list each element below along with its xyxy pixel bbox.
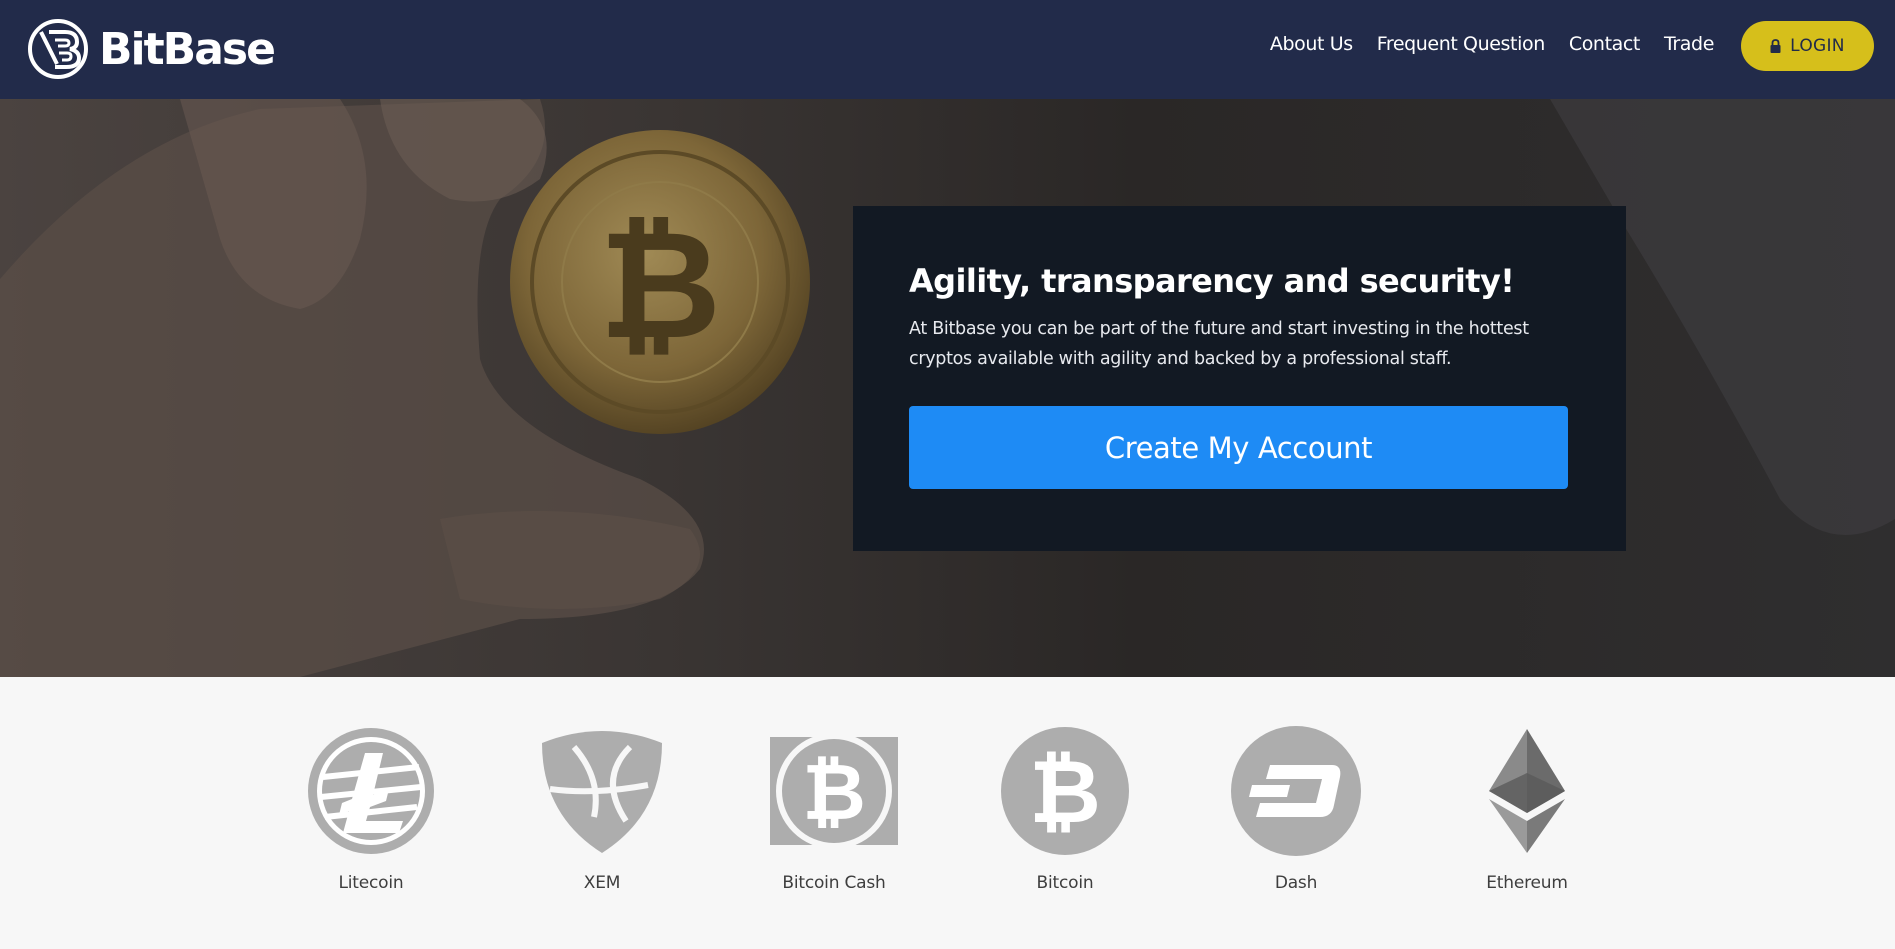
coin-label: Bitcoin Cash (782, 873, 886, 893)
login-label: LOGIN (1790, 36, 1845, 56)
hero-description: At Bitbase you can be part of the future… (909, 319, 1529, 369)
bitbase-logo-icon (28, 19, 88, 79)
hero-panel: Agility, transparency and security! At B… (853, 206, 1626, 551)
xem-icon (542, 731, 662, 853)
svg-text:₿: ₿ (1029, 740, 1101, 843)
dash-icon (1231, 726, 1361, 856)
create-account-button[interactable]: Create My Account (909, 406, 1568, 489)
svg-text:₿: ₿ (599, 199, 721, 373)
coin-dash[interactable]: Dash (1216, 725, 1376, 893)
bitcoin-icon: ₿ (1001, 727, 1129, 855)
coin-label: Bitcoin (1036, 873, 1094, 893)
brand-name: BitBase (99, 23, 276, 75)
coin-label: Litecoin (338, 873, 404, 893)
brand-logo[interactable]: BitBase (27, 18, 276, 80)
svg-text:₿: ₿ (802, 748, 866, 838)
nav-trade[interactable]: Trade (1664, 33, 1714, 55)
hero-section: ₿ Agility, transparency and security! At… (0, 99, 1895, 677)
coin-litecoin[interactable]: Litecoin (291, 725, 451, 893)
login-button[interactable]: LOGIN (1741, 21, 1874, 71)
ethereum-icon (1489, 729, 1565, 853)
coin-label: XEM (583, 873, 621, 893)
nav-contact[interactable]: Contact (1569, 33, 1641, 55)
coin-label: Ethereum (1486, 873, 1568, 893)
nav-about-us[interactable]: About Us (1270, 33, 1353, 55)
hero-title: Agility, transparency and security! (909, 262, 1515, 300)
coin-bitcoin[interactable]: ₿ Bitcoin (985, 725, 1145, 893)
lock-icon (1770, 39, 1781, 53)
coin-ethereum[interactable]: Ethereum (1447, 725, 1607, 893)
supported-coins: Litecoin XEM ₿ Bitcoin Cash ₿ Bitcoin Da… (0, 677, 1895, 949)
coin-bitcoin-cash[interactable]: ₿ Bitcoin Cash (754, 725, 914, 893)
litecoin-icon (308, 728, 434, 854)
bitcoin-cash-icon: ₿ (770, 733, 898, 849)
main-nav: About Us Frequent Question Contact Trade (1270, 33, 1715, 55)
coin-xem[interactable]: XEM (522, 725, 682, 893)
coin-label: Dash (1274, 873, 1318, 893)
nav-frequent-question[interactable]: Frequent Question (1377, 33, 1546, 55)
top-navbar: BitBase About Us Frequent Question Conta… (0, 0, 1895, 99)
